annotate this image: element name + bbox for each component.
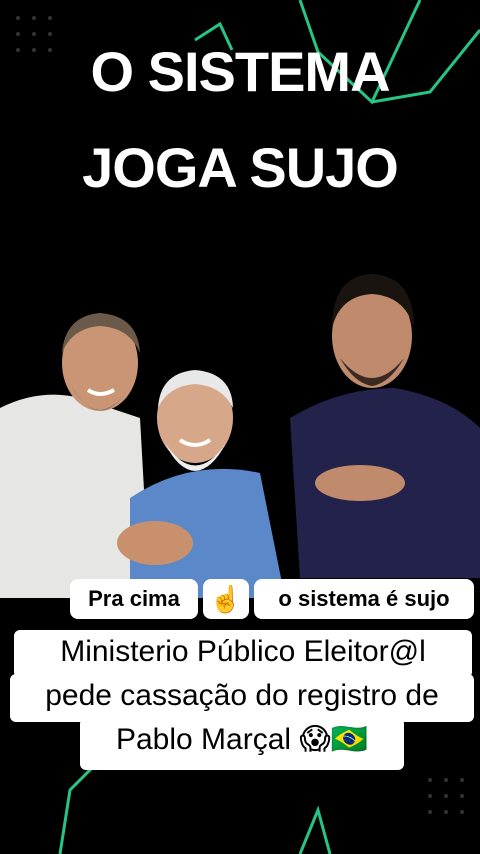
politicians-photo <box>0 274 480 598</box>
handshake-hands <box>117 521 193 565</box>
caption-line-2: pede cassação do registro de <box>10 674 474 722</box>
pointing-up-icon: ☝️ <box>203 579 249 619</box>
headline-line-1: O SISTEMA <box>90 40 390 103</box>
sticker-row: Pra cima ☝️ o sistema é sujo <box>0 576 480 622</box>
headline-line-2: JOGA SUJO <box>82 136 399 199</box>
caption-line-3: Pablo Marçal 😱🇧🇷 <box>80 718 404 770</box>
sticker-pra-cima: Pra cima <box>70 579 198 619</box>
right-man-figure <box>290 274 480 578</box>
caption-line-1: Ministerio Público Eleitor@l <box>14 630 472 678</box>
sticker-sistema-sujo: o sistema é sujo <box>254 579 474 619</box>
